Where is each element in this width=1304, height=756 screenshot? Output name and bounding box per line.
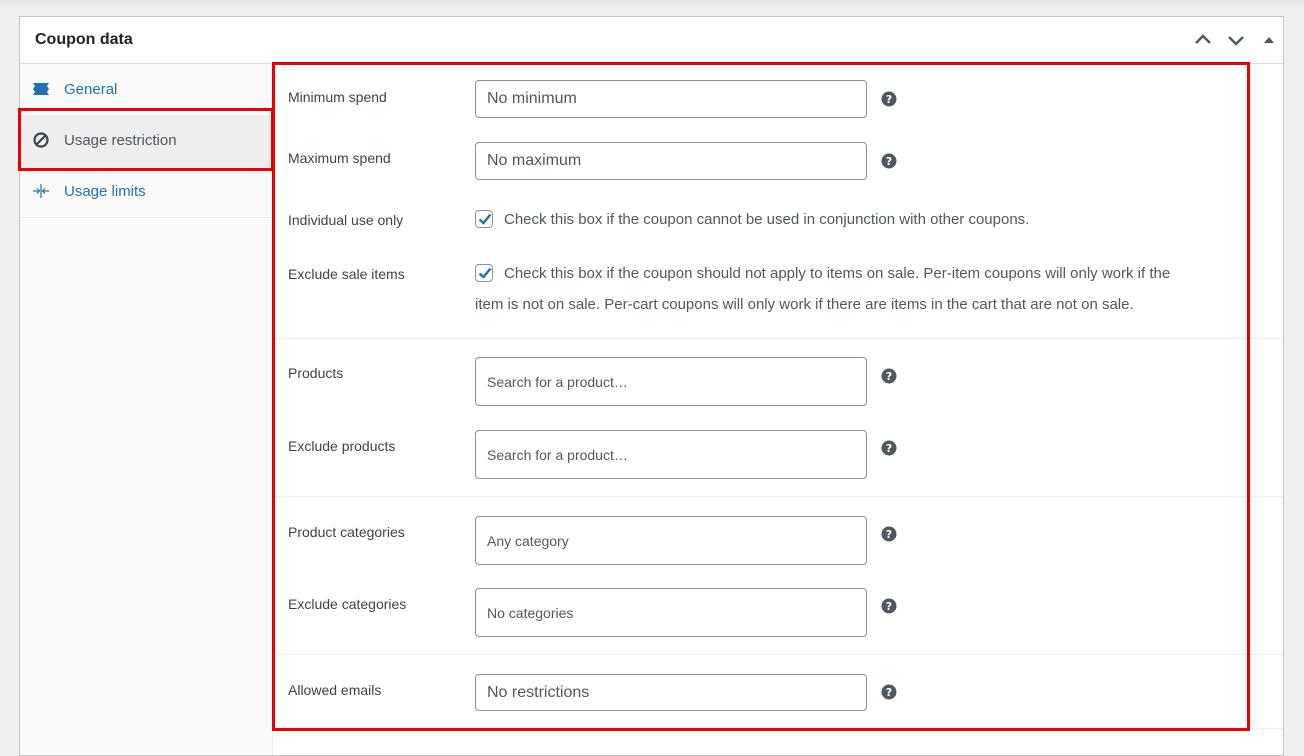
svg-text:?: ? — [886, 528, 892, 541]
product-categories-label: Product categories — [288, 524, 405, 540]
checkmark-icon — [478, 213, 492, 225]
svg-text:?: ? — [886, 686, 892, 699]
svg-text:?: ? — [886, 600, 892, 613]
exclude-categories-input[interactable]: No categories — [475, 588, 867, 637]
help-icon[interactable]: ? — [881, 598, 897, 614]
exclude-products-label: Exclude products — [288, 438, 396, 454]
product-categories-input[interactable]: Any category — [475, 516, 867, 565]
chevron-up-icon — [1195, 34, 1211, 44]
panel-title: Coupon data — [35, 31, 133, 48]
exclude-categories-label: Exclude categories — [288, 596, 407, 612]
svg-text:?: ? — [886, 370, 892, 383]
tab-label: Usage restriction — [64, 132, 177, 149]
divider — [273, 496, 1283, 497]
arrows-in-icon — [33, 184, 49, 198]
divider — [273, 338, 1283, 339]
checkmark-icon — [478, 267, 492, 279]
tab-usage-limits[interactable]: Usage limits — [20, 166, 271, 218]
coupon-data-panel: Coupon data General Usage restriction Us… — [19, 16, 1284, 756]
maximum-spend-label: Maximum spend — [288, 150, 391, 166]
prohibited-icon — [33, 132, 49, 148]
allowed-emails-label: Allowed emails — [288, 682, 382, 698]
help-icon[interactable]: ? — [881, 440, 897, 456]
tab-label: Usage limits — [64, 183, 146, 200]
tab-general[interactable]: General — [20, 64, 271, 116]
divider — [273, 654, 1283, 655]
svg-text:?: ? — [886, 93, 892, 106]
svg-text:?: ? — [886, 442, 892, 455]
svg-text:?: ? — [886, 155, 892, 168]
chevron-down-icon — [1228, 36, 1244, 46]
products-label: Products — [288, 365, 344, 381]
exclude-sale-checkbox[interactable] — [475, 264, 493, 282]
move-down-button[interactable] — [1225, 29, 1247, 51]
minimum-spend-label: Minimum spend — [288, 89, 387, 105]
usage-restriction-options: Minimum spend No minimum ? Maximum spend… — [273, 64, 1283, 755]
individual-use-label: Individual use only — [288, 212, 404, 228]
top-shadow — [0, 0, 1304, 8]
individual-use-checkbox[interactable] — [475, 210, 493, 228]
help-icon[interactable]: ? — [881, 368, 897, 384]
maximum-spend-input[interactable]: No maximum — [475, 142, 867, 180]
caret-up-icon — [1264, 37, 1274, 43]
help-icon[interactable]: ? — [881, 91, 897, 107]
help-icon[interactable]: ? — [881, 684, 897, 700]
exclude-sale-label: Exclude sale items — [288, 266, 405, 282]
coupon-tabs: General Usage restriction Usage limits — [20, 64, 273, 755]
minimum-spend-input[interactable]: No minimum — [475, 80, 867, 118]
divider — [273, 728, 1283, 729]
panel-header: Coupon data — [20, 17, 1283, 64]
products-search-input[interactable]: Search for a product… — [475, 357, 867, 406]
help-icon[interactable]: ? — [881, 526, 897, 542]
ticket-icon — [33, 83, 49, 95]
move-up-button[interactable] — [1192, 29, 1214, 51]
exclude-products-search-input[interactable]: Search for a product… — [475, 430, 867, 479]
toggle-panel-button[interactable] — [1258, 29, 1280, 51]
individual-use-description: Check this box if the coupon cannot be u… — [504, 211, 1030, 228]
exclude-sale-description-cont: item is not on sale. Per-cart coupons wi… — [475, 296, 1134, 313]
help-icon[interactable]: ? — [881, 153, 897, 169]
tab-usage-restriction[interactable]: Usage restriction — [20, 115, 271, 167]
exclude-sale-description: Check this box if the coupon should not … — [504, 265, 1171, 282]
tab-label: General — [64, 81, 118, 98]
allowed-emails-input[interactable]: No restrictions — [475, 674, 867, 711]
